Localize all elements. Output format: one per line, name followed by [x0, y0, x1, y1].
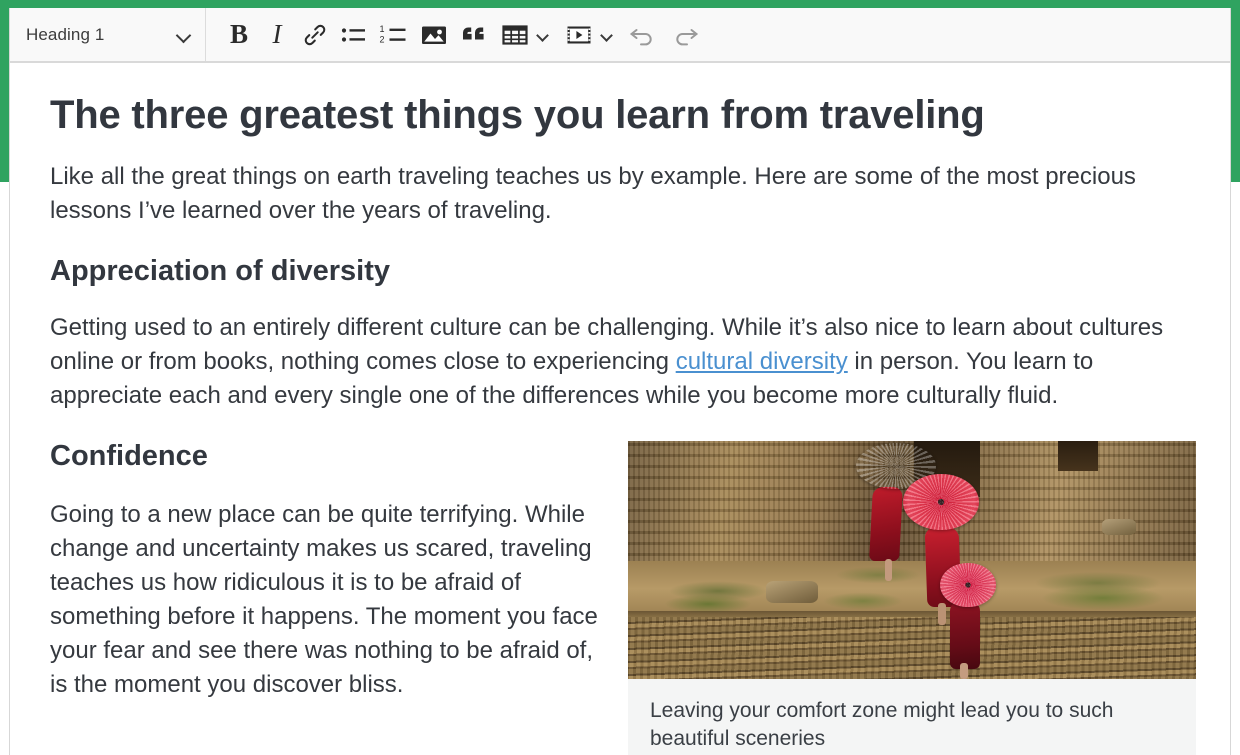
confidence-paragraph[interactable]: Going to a new place can be quite terrif…	[50, 498, 602, 702]
chevron-down-icon	[537, 31, 549, 39]
undo-button[interactable]	[622, 15, 664, 55]
document-title[interactable]: The three greatest things you learn from…	[50, 93, 1190, 138]
svg-text:1: 1	[380, 24, 385, 34]
numbered-list-icon: 1 2	[379, 23, 408, 47]
redo-button[interactable]	[664, 15, 706, 55]
figure-caption[interactable]: Leaving your comfort zone might lead you…	[628, 678, 1196, 755]
italic-icon: I	[272, 19, 282, 49]
photo-wall-recess-2	[1058, 440, 1098, 471]
photo-grass-patch	[808, 588, 918, 613]
rich-text-editor: Heading 1 B I 1 2 The three greatest thi…	[9, 8, 1231, 755]
photo-monk-robe	[869, 486, 903, 561]
bold-button[interactable]: B	[220, 15, 258, 55]
photo-monk-figure	[869, 486, 905, 581]
table-options-dropdown[interactable]	[532, 15, 554, 55]
figure-image[interactable]	[628, 440, 1196, 679]
italic-button[interactable]: I	[258, 15, 296, 55]
photo-monk-figure	[950, 600, 990, 679]
window-frame-left-edge	[0, 0, 9, 182]
diversity-paragraph[interactable]: Getting used to an entirely different cu…	[50, 311, 1190, 413]
photo-rock	[766, 580, 818, 603]
blockquote-button[interactable]	[454, 15, 494, 55]
paragraph-style-value: Heading 1	[26, 24, 105, 44]
cultural-diversity-link[interactable]: cultural diversity	[676, 348, 848, 375]
image-icon	[420, 23, 448, 47]
figure-block[interactable]: Leaving your comfort zone might lead you…	[628, 440, 1196, 755]
document-content[interactable]: The three greatest things you learn from…	[10, 63, 1230, 755]
undo-icon	[628, 23, 658, 47]
confidence-text-column: Confidence Going to a new place can be q…	[50, 439, 602, 702]
chevron-down-icon	[177, 30, 191, 39]
bulleted-list-icon	[340, 23, 367, 47]
numbered-list-button[interactable]: 1 2	[373, 15, 414, 55]
video-icon	[565, 23, 593, 47]
photo-monk-leg	[960, 662, 968, 679]
bulleted-list-button[interactable]	[334, 15, 373, 55]
section-heading-diversity[interactable]: Appreciation of diversity	[50, 254, 1190, 289]
paragraph-style-dropdown[interactable]: Heading 1	[10, 8, 206, 61]
link-button[interactable]	[296, 15, 334, 55]
image-button[interactable]	[414, 15, 454, 55]
photo-monk-leg	[885, 558, 892, 581]
confidence-section: Confidence Going to a new place can be q…	[50, 439, 1196, 755]
toolbar-buttons: B I 1 2	[206, 8, 1230, 61]
editor-window: Heading 1 B I 1 2 The three greatest thi…	[0, 0, 1240, 755]
media-options-dropdown[interactable]	[596, 15, 618, 55]
photo-monk-robe	[950, 600, 980, 669]
photo-parasol-ribs	[940, 562, 996, 607]
link-icon	[302, 22, 328, 48]
redo-icon	[670, 23, 700, 47]
table-icon	[501, 23, 529, 47]
svg-text:2: 2	[380, 34, 385, 44]
bold-icon: B	[229, 19, 248, 49]
intro-paragraph[interactable]: Like all the great things on earth trave…	[50, 160, 1190, 228]
section-heading-confidence[interactable]: Confidence	[50, 439, 602, 474]
photo-stone-steps	[628, 616, 1196, 679]
table-button[interactable]	[494, 15, 532, 55]
photo-rock	[1102, 518, 1136, 535]
photo-grass-patch	[1018, 580, 1188, 615]
quote-icon	[460, 23, 488, 47]
photo-parasol-ribs	[903, 473, 979, 530]
chevron-down-icon	[601, 31, 613, 39]
media-button[interactable]	[558, 15, 596, 55]
editor-toolbar: Heading 1 B I 1 2	[10, 8, 1230, 63]
photo-monk-leg	[938, 602, 946, 625]
